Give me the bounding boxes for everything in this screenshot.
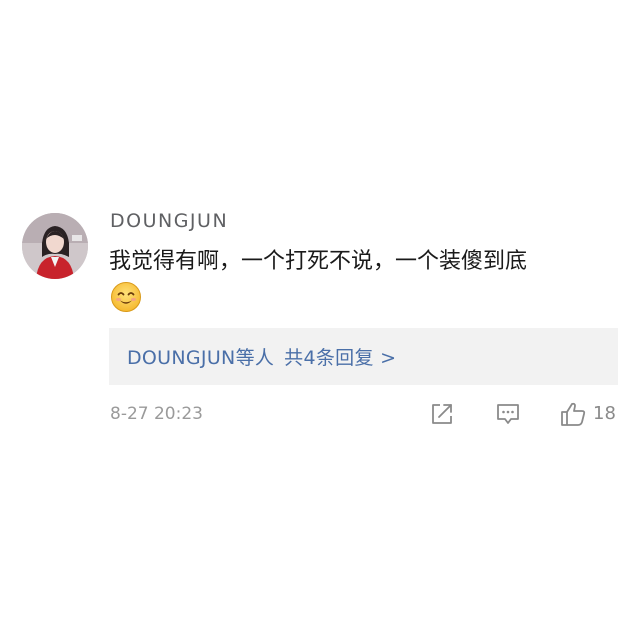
reply-author-suffix: 等人 bbox=[235, 347, 275, 369]
share-icon bbox=[432, 404, 452, 424]
username[interactable]: DOUNGJUN bbox=[110, 208, 228, 234]
like-count: 18 bbox=[593, 403, 616, 424]
timestamp: 8-27 20:23 bbox=[110, 404, 203, 424]
replies-link[interactable]: DOUNGJUN等人 共4条回复 > bbox=[127, 343, 396, 370]
comment-card: DOUNGJUN 我觉得有啊，一个打死不说，一个装傻到底 DOUNGJUN等人共… bbox=[0, 0, 640, 640]
replies-summary[interactable]: DOUNGJUN等人 共4条回复 > bbox=[109, 328, 618, 385]
comment-button[interactable] bbox=[494, 400, 522, 428]
thumbs-up-icon bbox=[561, 402, 586, 426]
smiling-face-emoji-icon bbox=[110, 281, 142, 313]
comment-text: 我觉得有啊，一个打死不说，一个装傻到底 bbox=[109, 249, 528, 274]
reply-author: DOUNGJUN bbox=[127, 347, 236, 369]
comment-icon bbox=[497, 404, 519, 424]
user-avatar-photo bbox=[22, 213, 88, 279]
reply-count-label: 共4条回复 > bbox=[284, 347, 397, 369]
avatar[interactable] bbox=[22, 213, 88, 279]
share-button[interactable] bbox=[428, 400, 456, 428]
like-button[interactable]: 18 bbox=[559, 400, 616, 428]
